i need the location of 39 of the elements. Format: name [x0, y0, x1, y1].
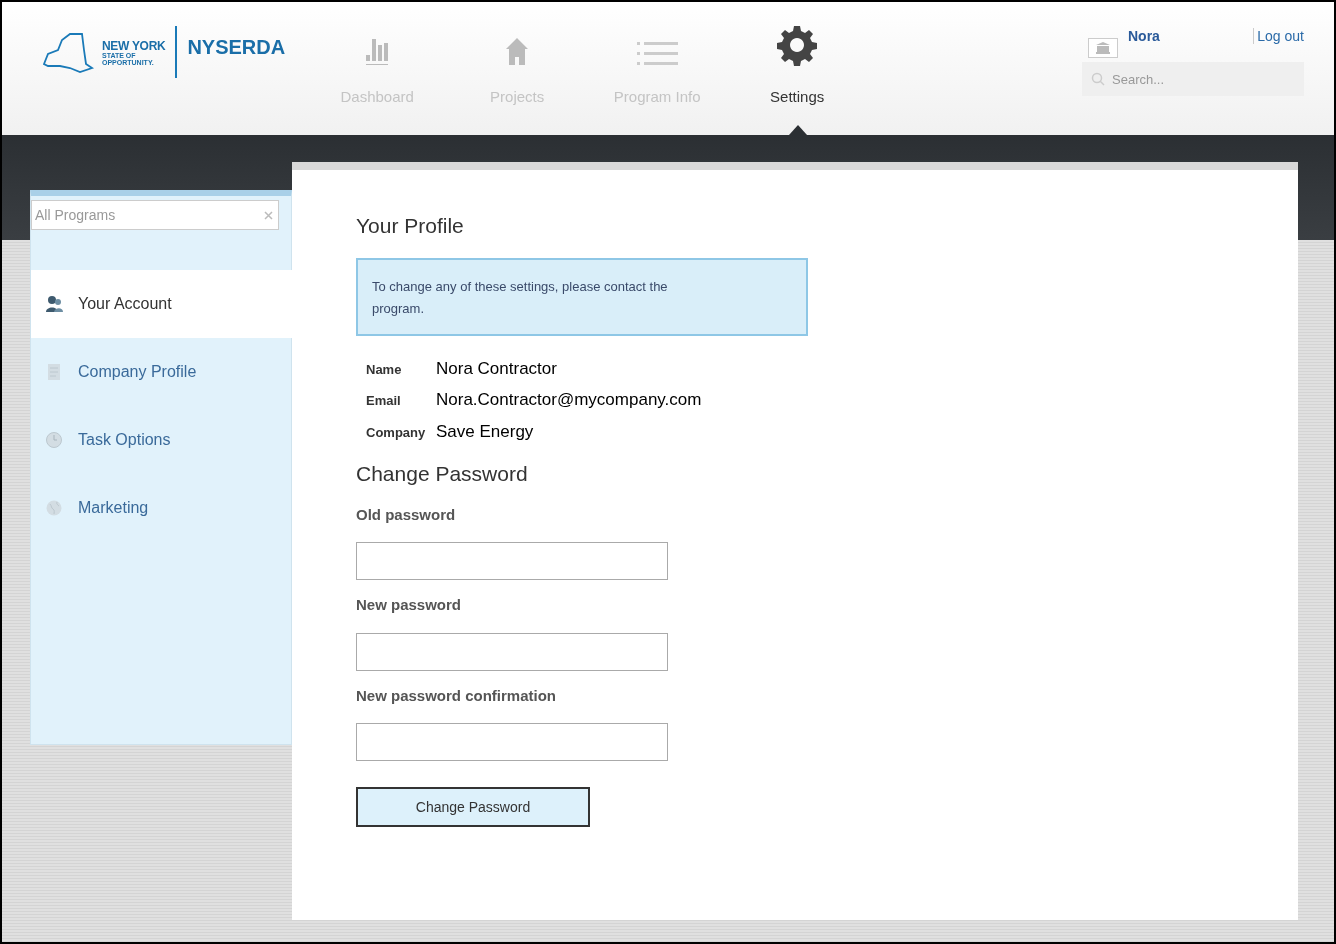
users-icon: [45, 295, 63, 313]
sidebar-item[interactable]: Company Profile: [31, 338, 291, 406]
field-label: Company: [366, 423, 427, 442]
notice-text: To change any of these settings, please contact the program.: [372, 277, 669, 318]
globe-icon: [45, 499, 63, 517]
program-filter-field[interactable]: All Programs: [31, 200, 279, 230]
gear-icon: [776, 24, 819, 66]
user-name-link[interactable]: Nora: [1128, 25, 1160, 47]
logout-link[interactable]: Log out: [1257, 25, 1304, 47]
state-name-text: NEW YORK: [102, 40, 166, 52]
clear-icon[interactable]: [264, 211, 273, 220]
change-password-button[interactable]: Change Password: [356, 787, 590, 827]
bar-chart-icon: [364, 38, 391, 66]
pointer-icon: [789, 125, 808, 135]
field-value: Save Energy: [436, 420, 534, 443]
password-field[interactable]: [356, 723, 668, 761]
field-label: Email: [366, 392, 402, 410]
sidebar-item[interactable]: Marketing: [31, 474, 291, 542]
sidebar-item[interactable]: Your Account: [31, 270, 292, 338]
org-name-text: NYSERDA: [187, 35, 286, 60]
password-field[interactable]: [356, 542, 668, 580]
sidebar-item[interactable]: Task Options: [31, 406, 291, 474]
field-label: New password confirmation: [356, 685, 558, 706]
password-field[interactable]: [356, 632, 668, 671]
house-icon: [505, 37, 530, 66]
field-label: Name: [366, 360, 403, 379]
field-label: New password: [356, 595, 463, 615]
section-title: Change Password: [356, 461, 529, 487]
document-icon: [45, 363, 63, 381]
nav-tab[interactable]: Settings: [727, 16, 868, 135]
search-icon: [1091, 72, 1105, 86]
clock-icon: [45, 431, 63, 449]
building-icon: [1088, 38, 1118, 58]
section-title: Your Profile: [356, 213, 465, 239]
search-field[interactable]: Search...: [1082, 62, 1304, 96]
field-value: Nora.Contractor@mycompany.com: [436, 389, 702, 411]
field-label: Old password: [356, 504, 457, 525]
field-value: Nora Contractor: [436, 357, 557, 380]
list-icon: [636, 41, 679, 66]
